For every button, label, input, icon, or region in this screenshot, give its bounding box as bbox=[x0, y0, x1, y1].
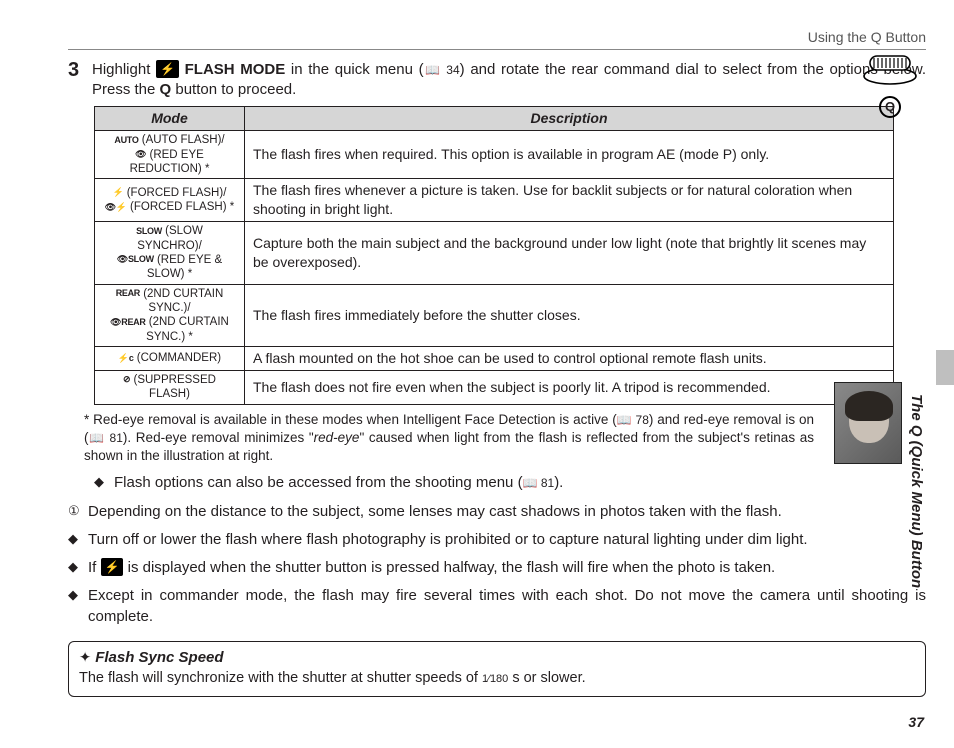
table-row: ⚡ (FORCED FLASH)/👁⚡ (FORCED FLASH) * The… bbox=[95, 179, 894, 222]
flash-modes-table: Mode Description AUTO (AUTO FLASH)/ 👁 (RE… bbox=[94, 106, 894, 404]
mode-icon: 👁SLOW bbox=[117, 254, 154, 265]
q-button-icon: Q bbox=[879, 96, 901, 118]
side-section-label: The Q (Quick Menu) Button bbox=[906, 394, 926, 588]
t: button to proceed. bbox=[171, 81, 296, 98]
table-row: ⊘ (SUPPRESSED FLASH) The flash does not … bbox=[95, 371, 894, 405]
list-item: Except in commander mode, the flash may … bbox=[68, 586, 926, 627]
table-row: REAR (2ND CURTAIN SYNC.)/ 👁REAR (2ND CURT… bbox=[95, 284, 894, 347]
page-ref-81b: 📖 81 bbox=[523, 476, 555, 490]
mode-desc: The flash fires immediately before the s… bbox=[245, 284, 894, 347]
mode-name: (FORCED FLASH)/ bbox=[127, 187, 227, 199]
t: ). Red-eye removal minimizes " bbox=[123, 430, 314, 445]
mode-name: (SUPPRESSED FLASH) bbox=[134, 374, 216, 400]
header-section: Using the Q Button bbox=[68, 28, 926, 50]
bullet-notes: Turn off or lower the flash where flash … bbox=[68, 530, 926, 627]
mode-name: (FORCED FLASH) * bbox=[130, 201, 234, 213]
t: s or slower. bbox=[508, 670, 585, 686]
list-item: If ⚡ is displayed when the shutter butto… bbox=[68, 558, 926, 578]
mode-icon: ⚡c bbox=[118, 353, 134, 364]
thumb-tab bbox=[936, 350, 954, 385]
flash-icon: ⚡ bbox=[156, 60, 179, 78]
step-number: 3 bbox=[68, 60, 84, 101]
mode-icon: 👁⚡ bbox=[105, 202, 127, 213]
flash-icon: ⚡ bbox=[101, 558, 124, 576]
table-row: AUTO (AUTO FLASH)/👁 (RED EYE REDUCTION) … bbox=[95, 131, 894, 179]
mode-name: (COMMANDER) bbox=[137, 352, 221, 364]
t: If bbox=[88, 559, 101, 576]
t: The flash fires when required. This opti… bbox=[253, 146, 769, 162]
t: Flash options can also be accessed from … bbox=[114, 474, 523, 491]
mode-icon: ⚡ bbox=[113, 187, 124, 198]
mode-icon: REAR bbox=[116, 288, 140, 299]
t: in the quick menu ( bbox=[285, 61, 423, 78]
t: * Red-eye removal is available in these … bbox=[84, 412, 617, 427]
red-eye-em: red-eye bbox=[314, 430, 360, 445]
mode-name: (RED EYE & SLOW) * bbox=[147, 254, 222, 280]
list-item: Flash options can also be accessed from … bbox=[94, 473, 844, 493]
t: ). bbox=[554, 474, 563, 491]
mode-name: (2ND CURTAIN SYNC.)/ bbox=[143, 288, 223, 314]
bullet-sub: Flash options can also be accessed from … bbox=[94, 473, 844, 493]
page-number: 37 bbox=[908, 713, 924, 732]
mode-name: (2ND CURTAIN SYNC.) * bbox=[146, 316, 229, 342]
step-3: 3 Highlight ⚡ FLASH MODE in the quick me… bbox=[68, 60, 926, 101]
note-marker: ✦ bbox=[79, 650, 91, 666]
mode-name: (AUTO FLASH)/ bbox=[142, 134, 225, 146]
mode-icon: SLOW bbox=[136, 226, 162, 237]
fraction: 1⁄180 bbox=[482, 673, 508, 685]
note-body: The flash will synchronize with the shut… bbox=[79, 670, 586, 686]
mode-icon: 👁 bbox=[135, 149, 146, 160]
mode-desc: Capture both the main subject and the ba… bbox=[245, 222, 894, 285]
t: The flash will synchronize with the shut… bbox=[79, 670, 482, 686]
list-item: Depending on the distance to the subject… bbox=[68, 502, 926, 522]
page-ref-81: 📖 81 bbox=[89, 431, 123, 445]
mode-icon: ⊘ bbox=[123, 374, 130, 385]
flash-mode-label: FLASH MODE bbox=[185, 61, 286, 78]
list-item: Turn off or lower the flash where flash … bbox=[68, 530, 926, 550]
q-label: Q bbox=[160, 81, 172, 98]
dial-icon bbox=[862, 52, 918, 86]
t: is displayed when the shutter button is … bbox=[123, 559, 775, 576]
mode-desc: The flash fires when required. This opti… bbox=[245, 131, 894, 179]
mode-desc: The flash does not fire even when the su… bbox=[245, 371, 894, 405]
command-dial-illustration: Q bbox=[860, 52, 920, 118]
step-text: Highlight ⚡ FLASH MODE in the quick menu… bbox=[92, 60, 926, 101]
red-eye-illustration bbox=[834, 382, 902, 464]
t: Highlight bbox=[92, 61, 156, 78]
flash-sync-note: ✦ Flash Sync Speed The flash will synchr… bbox=[68, 641, 926, 697]
page-ref-78: 📖 78 bbox=[617, 413, 649, 427]
table-row: ⚡c (COMMANDER) A flash mounted on the ho… bbox=[95, 347, 894, 371]
col-desc: Description bbox=[245, 107, 894, 131]
mode-desc: The flash fires whenever a picture is ta… bbox=[245, 179, 894, 222]
bullet-info: Depending on the distance to the subject… bbox=[68, 502, 926, 522]
page-ref-34: 📖 34 bbox=[424, 63, 460, 77]
note-title: Flash Sync Speed bbox=[95, 649, 223, 666]
mode-icon: 👁REAR bbox=[110, 317, 145, 328]
mode-icon: AUTO bbox=[114, 135, 138, 146]
mode-desc: A flash mounted on the hot shoe can be u… bbox=[245, 347, 894, 371]
col-mode: Mode bbox=[95, 107, 245, 131]
table-row: SLOW (SLOW SYNCHRO)/👁SLOW (RED EYE & SLO… bbox=[95, 222, 894, 285]
red-eye-footnote: * Red-eye removal is available in these … bbox=[84, 411, 814, 466]
